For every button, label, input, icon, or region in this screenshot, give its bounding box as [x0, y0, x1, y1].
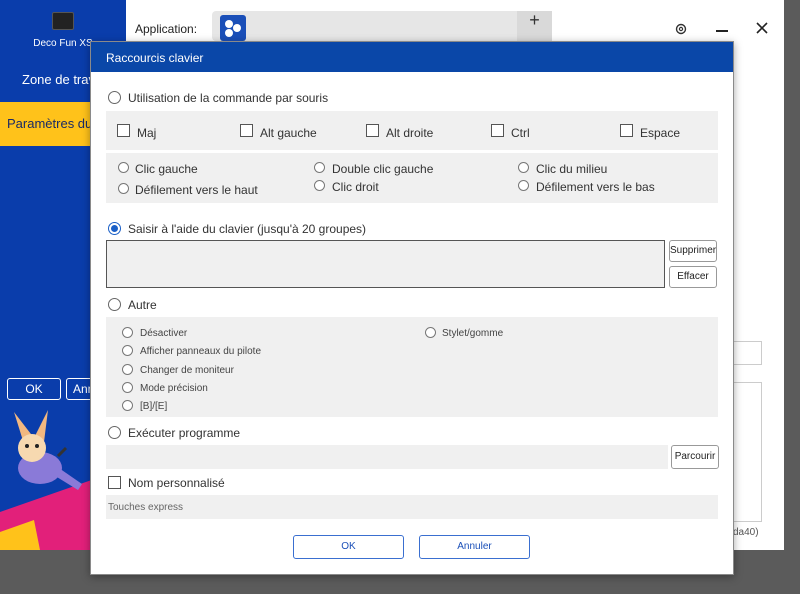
run-program-radio[interactable] — [108, 426, 121, 439]
click-label-scroll-down: Défilement vers le bas — [536, 180, 655, 194]
minimize-icon[interactable] — [716, 30, 728, 32]
close-icon[interactable] — [756, 22, 768, 34]
modifier-checkbox-left-alt[interactable] — [240, 124, 253, 137]
background-input[interactable] — [732, 341, 762, 365]
modifier-checkbox-ctrl[interactable] — [491, 124, 504, 137]
click-label-left: Clic gauche — [135, 162, 198, 176]
click-radio-scroll-down[interactable] — [518, 180, 529, 191]
delete-button[interactable]: Supprimer — [669, 240, 717, 262]
ok-button[interactable]: OK — [293, 535, 404, 559]
mouse-command-label: Utilisation de la commande par souris — [128, 91, 329, 105]
other-radio-precision-mode[interactable] — [122, 382, 133, 393]
sidebar-item-workspace[interactable]: Zone de trav — [22, 72, 95, 87]
keyboard-keys-field[interactable] — [106, 240, 665, 288]
other-radio-disable[interactable] — [122, 327, 133, 338]
browse-button[interactable]: Parcourir — [671, 445, 719, 469]
application-strip — [212, 11, 552, 41]
modifier-checkbox-space[interactable] — [620, 124, 633, 137]
application-label: Application: — [135, 22, 198, 36]
other-label-brush-eraser: [B]/[E] — [140, 401, 168, 412]
click-radio-right[interactable] — [314, 180, 325, 191]
mouse-command-radio[interactable] — [108, 91, 121, 104]
add-application-button[interactable]: + — [517, 11, 552, 41]
other-label-pen-eraser: Stylet/gomme — [442, 328, 504, 339]
keyboard-input-radio[interactable] — [108, 222, 121, 235]
custom-name-label: Nom personnalisé — [128, 476, 225, 490]
modifier-checkbox-right-alt[interactable] — [366, 124, 379, 137]
other-label-disable: Désactiver — [140, 328, 188, 339]
tablet-icon — [52, 12, 74, 30]
click-label-right: Clic droit — [332, 180, 379, 194]
other-radio-pen-eraser[interactable] — [425, 327, 436, 338]
application-icon[interactable] — [220, 15, 246, 41]
modifier-label-ctrl: Ctrl — [511, 126, 530, 140]
background-footer-text: da40) — [733, 527, 759, 538]
other-radio-switch-monitor[interactable] — [122, 364, 133, 375]
dialog-header: Raccourcis clavier — [91, 42, 733, 72]
gear-icon[interactable] — [674, 22, 688, 36]
cancel-button[interactable]: Annuler — [419, 535, 530, 559]
click-label-scroll-up: Défilement vers le haut — [135, 183, 258, 197]
click-label-double-left: Double clic gauche — [332, 162, 434, 176]
click-radio-scroll-up[interactable] — [118, 183, 129, 194]
other-label: Autre — [128, 298, 157, 312]
keyboard-shortcuts-dialog: Raccourcis clavier Utilisation de la com… — [90, 41, 734, 575]
dialog-title: Raccourcis clavier — [106, 51, 204, 65]
custom-name-field-label: Touches express — [108, 502, 184, 513]
sidebar-ok-button[interactable]: OK — [7, 378, 61, 400]
custom-name-field[interactable]: Touches express — [106, 495, 718, 519]
run-program-label: Exécuter programme — [128, 426, 241, 440]
keyboard-input-label: Saisir à l'aide du clavier (jusqu'à 20 g… — [128, 222, 367, 236]
modifier-checkbox-shift[interactable] — [117, 124, 130, 137]
other-radio-brush-eraser[interactable] — [122, 400, 133, 411]
modifier-label-space: Espace — [640, 126, 681, 140]
background-panel — [732, 382, 762, 522]
other-radio-driver-panels[interactable] — [122, 345, 133, 356]
other-label-switch-monitor: Changer de moniteur — [140, 365, 234, 376]
program-path-field[interactable] — [106, 445, 668, 469]
modifier-label-shift: Maj — [137, 126, 157, 140]
modifier-label-right-alt: Alt droite — [386, 126, 434, 140]
click-radio-middle[interactable] — [518, 162, 529, 173]
custom-name-checkbox[interactable] — [108, 476, 121, 489]
click-label-middle: Clic du milieu — [536, 162, 608, 176]
click-radio-double-left[interactable] — [314, 162, 325, 173]
other-label-precision-mode: Mode précision — [140, 383, 208, 394]
modifier-label-left-alt: Alt gauche — [260, 126, 317, 140]
other-radio[interactable] — [108, 298, 121, 311]
app-logo-icon — [225, 20, 241, 37]
other-label-driver-panels: Afficher panneaux du pilote — [140, 346, 262, 357]
clear-button[interactable]: Effacer — [669, 266, 717, 288]
click-radio-left[interactable] — [118, 162, 129, 173]
